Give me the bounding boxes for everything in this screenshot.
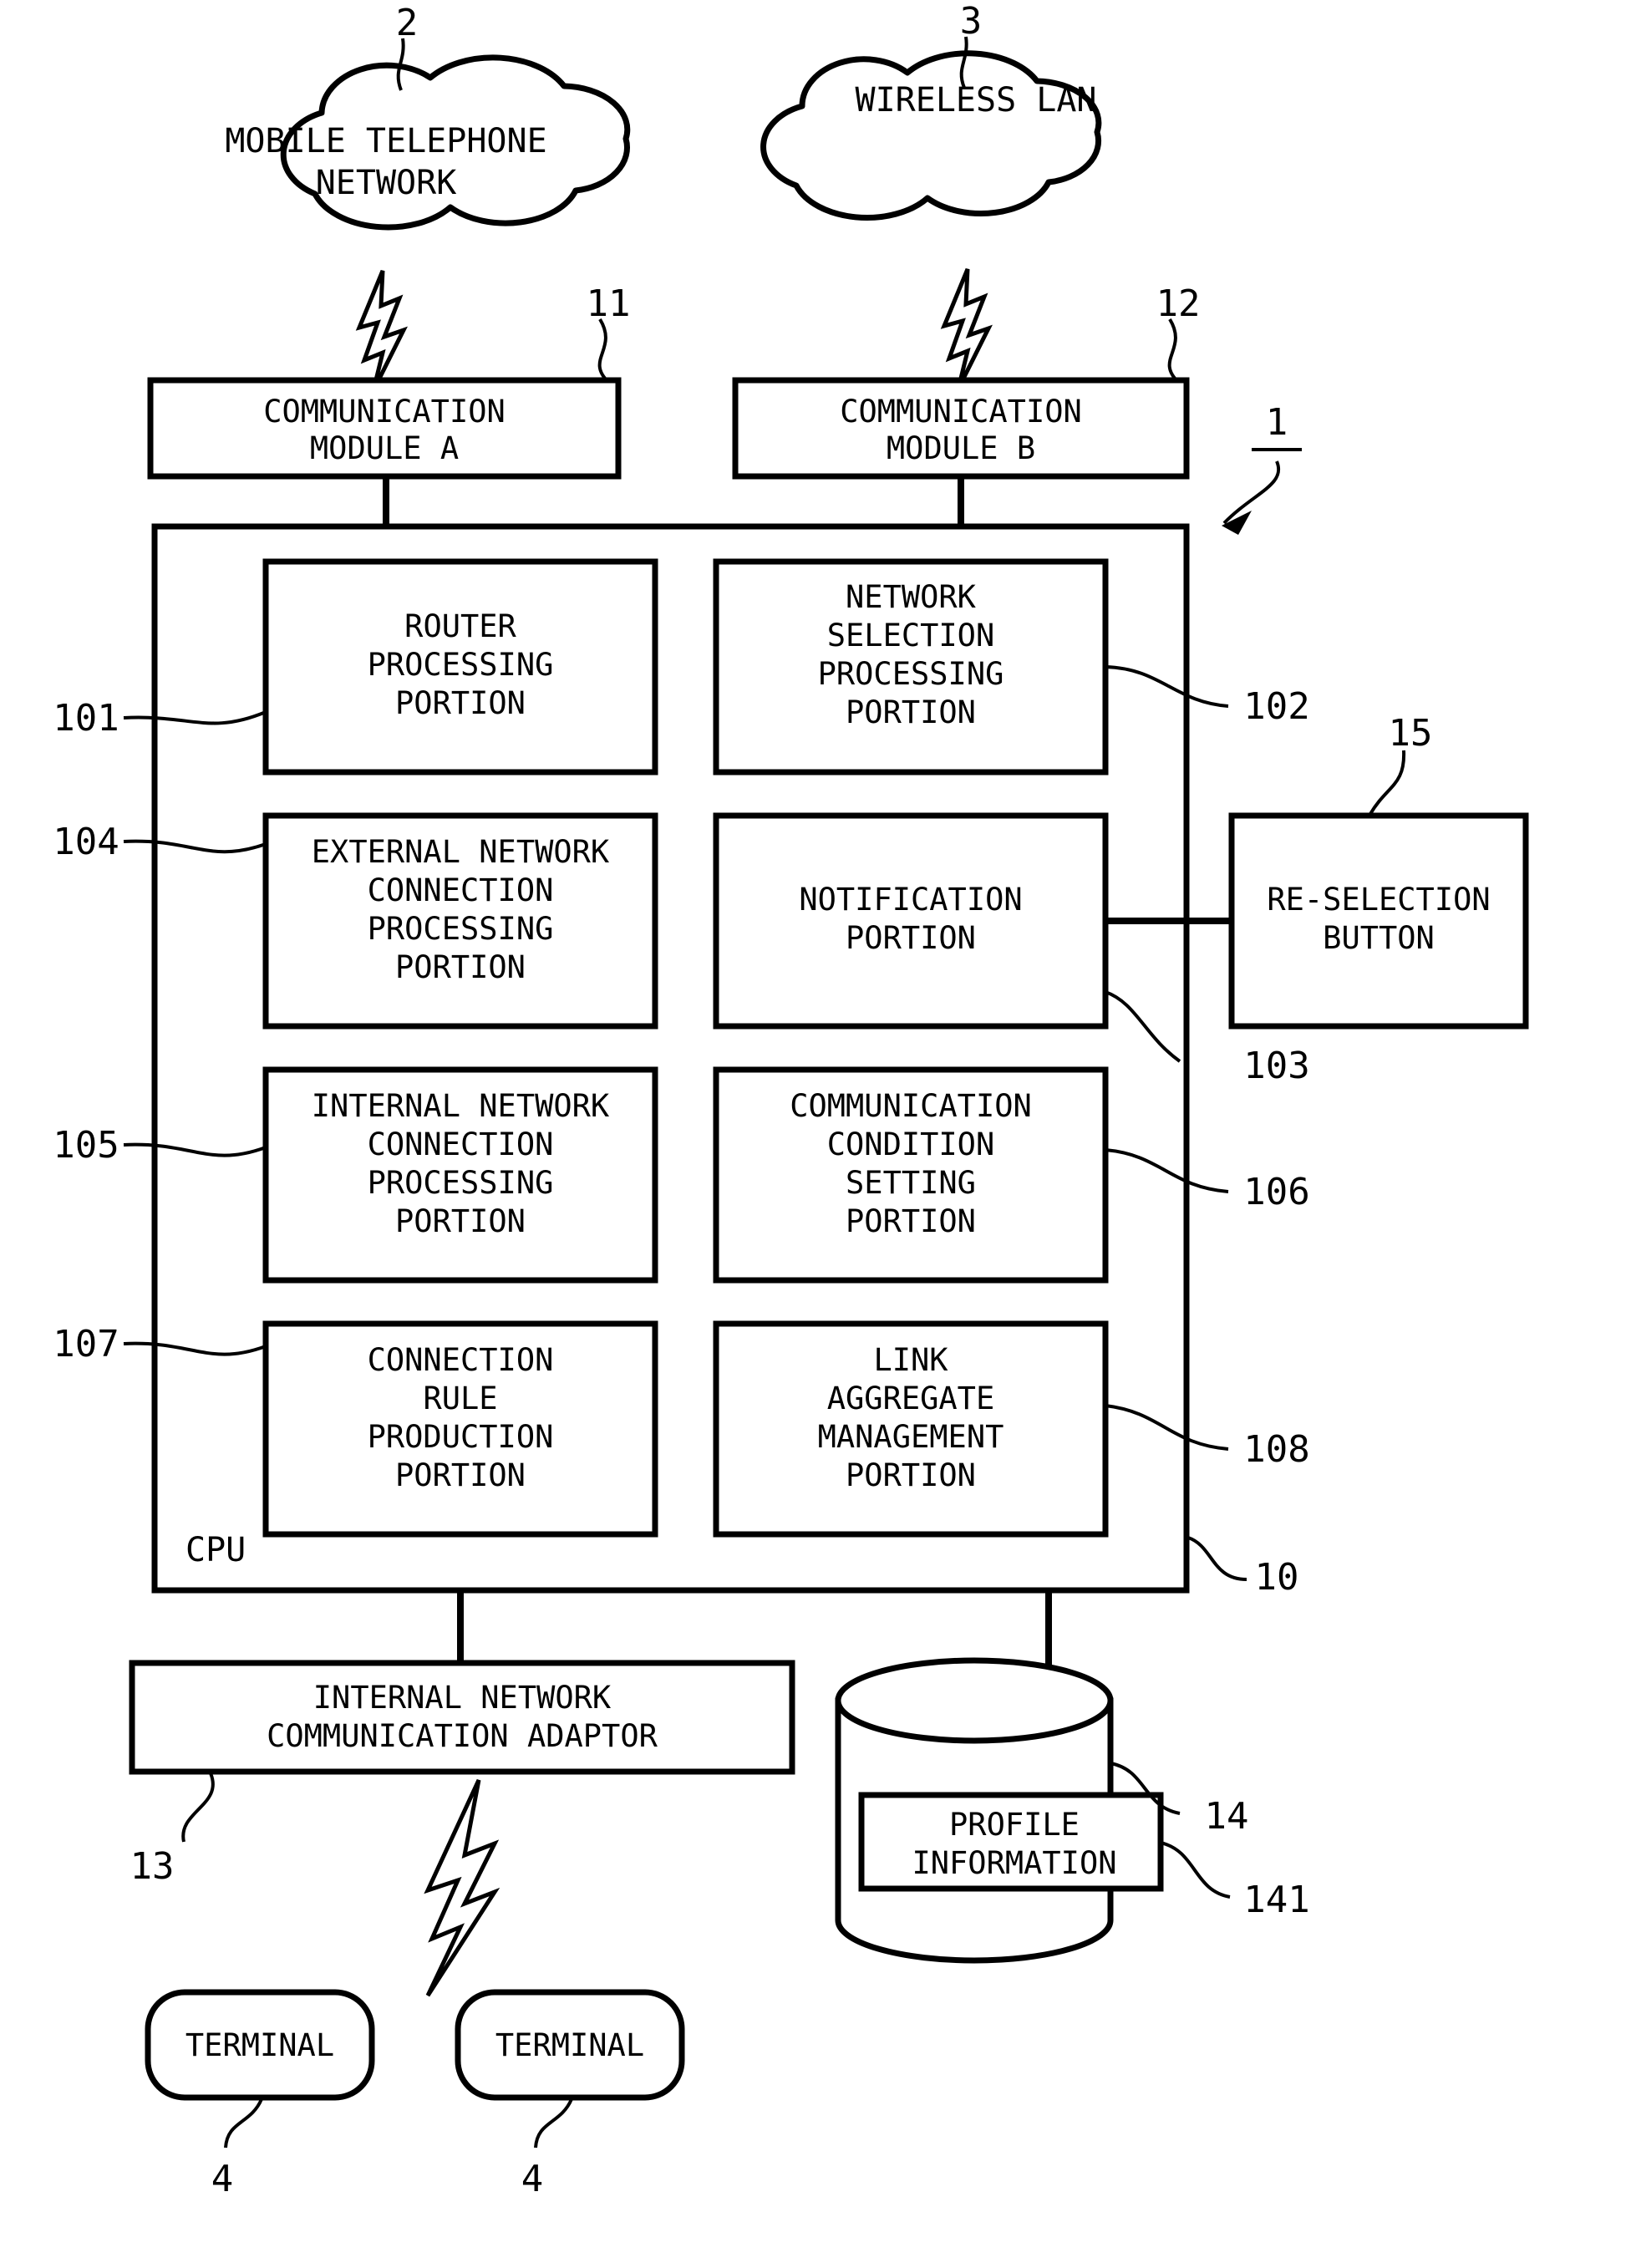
ref-number-105: 105: [53, 1124, 119, 1167]
b101-line2: PROCESSING: [368, 647, 554, 683]
ref-number-13: 13: [130, 1845, 175, 1888]
b107-line2: RULE: [423, 1381, 497, 1416]
b104-line4: PORTION: [395, 949, 526, 985]
b106-line2: CONDITION: [827, 1126, 994, 1162]
adaptor-line1: INTERNAL NETWORK: [313, 1680, 612, 1716]
ref-number-141: 141: [1243, 1879, 1309, 1921]
ref-number-15: 15: [1389, 712, 1433, 755]
ref-number-103: 103: [1243, 1045, 1309, 1087]
profile-line2: INFORMATION: [912, 1845, 1116, 1881]
ref-number-107: 107: [53, 1323, 119, 1365]
connection-rule-production-portion: CONNECTION RULE PRODUCTION PORTION 107: [53, 1320, 658, 1538]
ref-number-10: 10: [1255, 1556, 1299, 1599]
ref-number-11: 11: [587, 282, 631, 325]
router-processing-portion: ROUTER PROCESSING PORTION 101: [53, 558, 658, 775]
b106-line1: COMMUNICATION: [790, 1088, 1032, 1124]
ref-number-4-left: 4: [211, 2158, 234, 2200]
wireless-link-icon-terminals: [424, 1778, 500, 1997]
cpu-label: CPU: [185, 1531, 246, 1569]
b102-line1: NETWORK: [846, 579, 977, 615]
b103-line1: NOTIFICATION: [799, 882, 1022, 918]
b104-line2: CONNECTION: [368, 872, 554, 908]
b105-line1: INTERNAL NETWORK: [312, 1088, 610, 1124]
b104-line3: PROCESSING: [368, 911, 554, 947]
b106-line3: SETTING: [846, 1165, 976, 1201]
ref-number-12: 12: [1156, 282, 1201, 325]
terminal-right-label: TERMINAL: [495, 2027, 644, 2063]
b105-line3: PROCESSING: [368, 1165, 554, 1201]
ref-number-14: 14: [1205, 1795, 1249, 1838]
b105-line2: CONNECTION: [368, 1126, 554, 1162]
terminal-right: TERMINAL 4: [455, 1989, 685, 2200]
ref-number-101: 101: [53, 697, 119, 740]
button-line2: BUTTON: [1323, 920, 1435, 956]
internal-network-connection-processing-portion: INTERNAL NETWORK CONNECTION PROCESSING P…: [53, 1066, 658, 1284]
ref-number-106: 106: [1243, 1171, 1309, 1213]
wireless-link-icon-b: [940, 268, 993, 390]
b102-line2: SELECTION: [827, 618, 994, 653]
b101-line1: ROUTER: [404, 608, 516, 644]
b102-line3: PROCESSING: [818, 656, 1004, 692]
module-a-line1: COMMUNICATION: [263, 394, 506, 430]
module-b-line1: COMMUNICATION: [840, 394, 1082, 430]
b108-line2: AGGREGATE: [827, 1381, 994, 1416]
ref-number-102: 102: [1243, 685, 1309, 728]
module-a-line2: MODULE A: [310, 430, 459, 466]
b107-line4: PORTION: [395, 1457, 526, 1493]
external-network-connection-processing-portion: EXTERNAL NETWORK CONNECTION PROCESSING P…: [53, 812, 658, 1030]
b104-line1: EXTERNAL NETWORK: [312, 834, 610, 870]
ref-number-104: 104: [53, 821, 119, 863]
b107-line3: PRODUCTION: [368, 1419, 554, 1455]
b105-line4: PORTION: [395, 1203, 526, 1239]
adaptor-line2: COMMUNICATION ADAPTOR: [267, 1718, 658, 1754]
wireless-link-icon-a: [355, 270, 408, 392]
network-selection-processing-portion: NETWORK SELECTION PROCESSING PORTION 102: [713, 558, 1310, 775]
cloud-label-line2: NETWORK: [316, 164, 457, 202]
wireless-lan-cloud: WIRELESS LAN 3: [760, 0, 1102, 221]
ref-number-4-right: 4: [521, 2158, 544, 2200]
b101-line3: PORTION: [395, 685, 526, 721]
b102-line4: PORTION: [846, 694, 976, 730]
b103-line2: PORTION: [846, 920, 976, 956]
terminal-left-label: TERMINAL: [185, 2027, 334, 2063]
b108-line3: MANAGEMENT: [818, 1419, 1004, 1455]
b107-line1: CONNECTION: [368, 1342, 554, 1378]
button-line1: RE-SELECTION: [1267, 882, 1490, 918]
patent-figure: MOBILE TELEPHONE NETWORK 2 WIRELESS LAN …: [53, 0, 1529, 2200]
ref-number-108: 108: [1243, 1428, 1309, 1471]
re-selection-button[interactable]: RE-SELECTION BUTTON 15: [1228, 712, 1529, 1030]
b108-line4: PORTION: [846, 1457, 976, 1493]
device-ref-arrow: 1: [1222, 401, 1302, 535]
ref-number-1: 1: [1266, 401, 1288, 444]
profile-line1: PROFILE: [949, 1807, 1080, 1843]
ref-number-3: 3: [960, 0, 983, 43]
cloud-label-wlan: WIRELESS LAN: [856, 81, 1097, 120]
module-b-line2: MODULE B: [887, 430, 1035, 466]
communication-condition-setting-portion: COMMUNICATION CONDITION SETTING PORTION …: [713, 1066, 1310, 1284]
mobile-telephone-network-cloud: MOBILE TELEPHONE NETWORK 2: [225, 2, 631, 231]
terminal-left: TERMINAL 4: [145, 1989, 375, 2200]
b106-line4: PORTION: [846, 1203, 976, 1239]
b108-line1: LINK: [873, 1342, 948, 1378]
ref-number-2: 2: [396, 2, 419, 44]
link-aggregate-management-portion: LINK AGGREGATE MANAGEMENT PORTION 108: [713, 1320, 1310, 1538]
cloud-label-line1: MOBILE TELEPHONE: [225, 122, 546, 160]
profile-storage: PROFILE INFORMATION 14 141: [835, 1657, 1310, 1964]
